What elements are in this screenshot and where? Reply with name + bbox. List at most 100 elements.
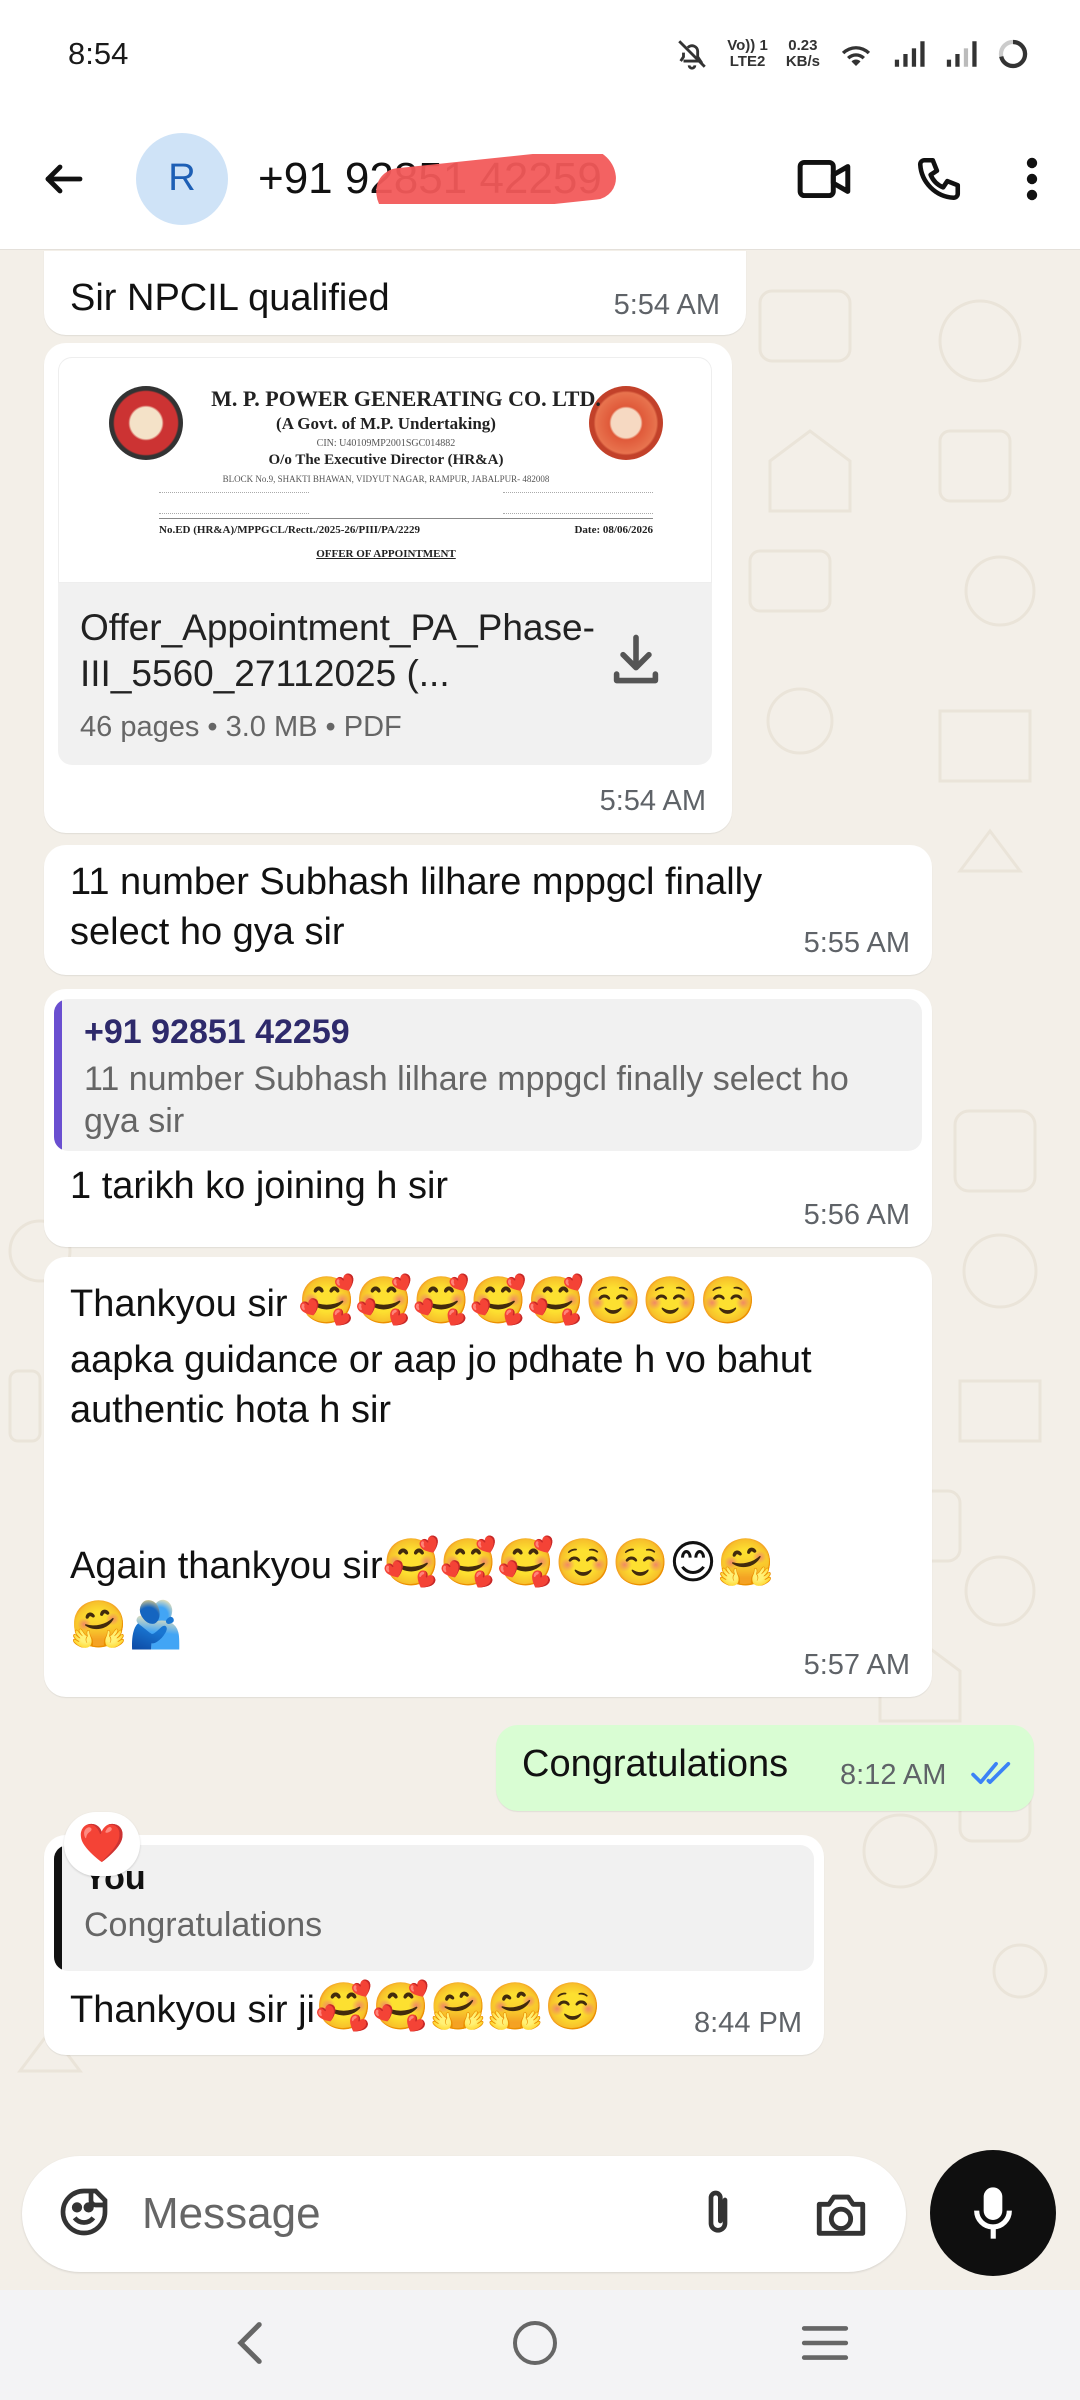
quote-text: 11 number Subhash lilhare mppgcl finally…	[84, 1060, 849, 1140]
status-bar: 8:54 Vo)) 1 LTE2 0.23 KB/s	[0, 0, 1080, 108]
message-time: 8:44 PM	[694, 2007, 802, 2039]
data-speed: 0.23 KB/s	[786, 38, 820, 70]
home-circle-icon	[512, 2320, 557, 2365]
contact-name[interactable]: +91 92851 42259	[258, 153, 618, 204]
speed-value: 0.23	[788, 37, 818, 54]
attach-button[interactable]	[690, 2186, 746, 2247]
message-composer[interactable]: Message	[22, 2156, 906, 2272]
message-time: 5:54 AM	[599, 785, 706, 817]
avatar[interactable]: R	[136, 132, 228, 225]
message-input[interactable]: Message	[142, 2189, 321, 2239]
phone-icon	[917, 157, 961, 200]
voice-call-button[interactable]	[914, 154, 964, 204]
emoji-row: 🤗🫂	[70, 1598, 185, 1650]
message-time: 8:12 AM	[840, 1759, 947, 1791]
message-line: Again thankyou sir🥰🥰🥰☺️☺️😊🤗	[70, 1535, 900, 1597]
arrow-left-icon	[45, 164, 83, 193]
paperclip-icon	[708, 2190, 728, 2233]
letter-ref: No.ED (HR&A)/MPPGCL/Rectt./2025-26/PIII/…	[159, 524, 421, 536]
letter-address: BLOCK No.9, SHAKTI BHAWAN, VIDYUT NAGAR,…	[222, 474, 550, 484]
nav-home-button[interactable]	[511, 2319, 559, 2372]
message-time: 5:56 AM	[803, 1199, 910, 1231]
document-file-name: Offer_Appointment_PA_Phase-III_5560_2711…	[80, 607, 595, 694]
back-button[interactable]	[32, 147, 96, 211]
message-text: Congratulations	[522, 1743, 789, 1785]
sticker-icon	[60, 2188, 108, 2235]
quoted-message[interactable]: +91 92851 42259 11 number Subhash lilhar…	[54, 999, 922, 1151]
quote-sender: +91 92851 42259	[84, 1013, 350, 1051]
voice-record-button[interactable]	[930, 2150, 1056, 2276]
message-time: 5:57 AM	[803, 1649, 910, 1681]
download-icon	[613, 634, 659, 684]
reaction-badge[interactable]: ❤️	[64, 1812, 140, 1876]
nav-recents-button[interactable]	[800, 2323, 850, 2368]
volte-label: Vo)) 1	[727, 37, 768, 54]
microphone-icon	[974, 2187, 1012, 2239]
emoji-sticker-button[interactable]	[56, 2184, 112, 2245]
message-bubble-incoming[interactable]: Sir NPCIL qualified 5:54 AM	[44, 251, 746, 335]
camera-icon	[816, 2194, 866, 2236]
signal-icon-2	[944, 39, 978, 69]
heart-reaction: ❤️	[78, 1823, 126, 1865]
header-actions	[796, 154, 1040, 204]
message-text: Thankyou sir	[70, 1283, 288, 1325]
wifi-icon	[838, 39, 874, 69]
blank-lines	[70, 1435, 910, 1535]
message-time: 5:54 AM	[613, 289, 720, 321]
status-time: 8:54	[68, 36, 129, 71]
system-nav-bar	[0, 2290, 1080, 2400]
letter-subtitle: (A Govt. of M.P. Undertaking)	[276, 414, 496, 433]
letter-cin: CIN: U40109MP2001SGC014882	[316, 438, 456, 449]
document-info[interactable]: Offer_Appointment_PA_Phase-III_5560_2711…	[58, 583, 712, 765]
quote-text: Congratulations	[84, 1906, 323, 1944]
message-line: Thankyou sir ji🥰🥰🤗🤗☺️	[70, 1981, 601, 2035]
message-text: aapka guidance or aap jo pdhate h vo bah…	[70, 1339, 812, 1431]
message-text: 1 tarikh ko joining h sir	[70, 1165, 449, 1207]
video-call-button[interactable]	[796, 156, 854, 202]
mute-bell-icon	[675, 37, 709, 71]
battery-ring-icon	[996, 37, 1030, 71]
quote-body: +91 92851 42259 11 number Subhash lilhar…	[62, 999, 904, 1151]
video-camera-icon	[797, 159, 851, 198]
message-text: Sir NPCIL qualified	[70, 277, 390, 319]
letter-org: M. P. POWER GENERATING CO. LTD.	[211, 386, 601, 411]
letter-date: Date: 08/06/2026	[574, 524, 653, 536]
letter-thumbnail: M. P. POWER GENERATING CO. LTD. (A Govt.…	[59, 358, 711, 582]
message-bubble-incoming[interactable]: Thankyou sir 🥰🥰🥰🥰🥰☺️☺️☺️ aapka guidance …	[44, 1257, 932, 1697]
quote-accent-bar	[54, 999, 62, 1151]
emoji-row: 🥰🥰🥰☺️☺️😊🤗	[382, 1536, 775, 1588]
message-bubble-incoming[interactable]: +91 92851 42259 11 number Subhash lilhar…	[44, 989, 932, 1247]
document-preview[interactable]: M. P. POWER GENERATING CO. LTD. (A Govt.…	[58, 357, 712, 583]
speed-unit: KB/s	[785, 53, 820, 70]
quoted-message[interactable]: You Congratulations	[54, 1845, 814, 1971]
document-meta: 46 pages • 3.0 MB • PDF	[80, 711, 402, 743]
more-options-button[interactable]	[1024, 155, 1040, 203]
message-text: Again thankyou sir	[70, 1545, 383, 1587]
message-bubble-incoming[interactable]: You Congratulations Thankyou sir ji🥰🥰🤗🤗☺…	[44, 1835, 824, 2055]
letter-contact-lines	[159, 492, 309, 514]
message-bubble-incoming[interactable]: 11 number Subhash lilhare mppgcl finally…	[44, 845, 932, 975]
emoji-row: 🥰🥰🤗🤗☺️	[314, 1980, 602, 2032]
download-button[interactable]	[610, 631, 662, 692]
message-line: Thankyou sir 🥰🥰🥰🥰🥰☺️☺️☺️	[70, 1275, 910, 1335]
camera-button[interactable]	[812, 2186, 870, 2247]
chat-area[interactable]: Sir NPCIL qualified 5:54 AM M. P. POWER …	[0, 251, 1080, 2156]
network-type: Vo)) 1 LTE2	[727, 38, 768, 70]
letter-rule	[159, 518, 653, 519]
document-message[interactable]: M. P. POWER GENERATING CO. LTD. (A Govt.…	[44, 343, 732, 833]
chat-header: R +91 92851 42259	[0, 108, 1080, 250]
letter-title: OFFER OF APPOINTMENT	[316, 548, 456, 560]
emoji-row: 🥰🥰🥰🥰🥰☺️☺️☺️	[298, 1274, 757, 1326]
nav-back-button[interactable]	[230, 2320, 270, 2371]
letter-email-lines	[503, 492, 653, 514]
letter-office: O/o The Executive Director (HR&A)	[268, 452, 504, 468]
status-icons: Vo)) 1 LTE2 0.23 KB/s	[675, 37, 1030, 71]
message-time: 5:55 AM	[803, 927, 910, 959]
chevron-left-icon	[237, 2321, 263, 2364]
more-vertical-icon	[1026, 157, 1038, 200]
message-text: Thankyou sir ji	[70, 1989, 315, 2031]
message-bubble-outgoing[interactable]: Congratulations 8:12 AM	[496, 1725, 1034, 1811]
menu-lines-icon	[801, 2325, 848, 2360]
lte-label: LTE2	[729, 53, 766, 70]
message-text-block: Thankyou sir 🥰🥰🥰🥰🥰☺️☺️☺️ aapka guidance …	[70, 1275, 910, 1649]
